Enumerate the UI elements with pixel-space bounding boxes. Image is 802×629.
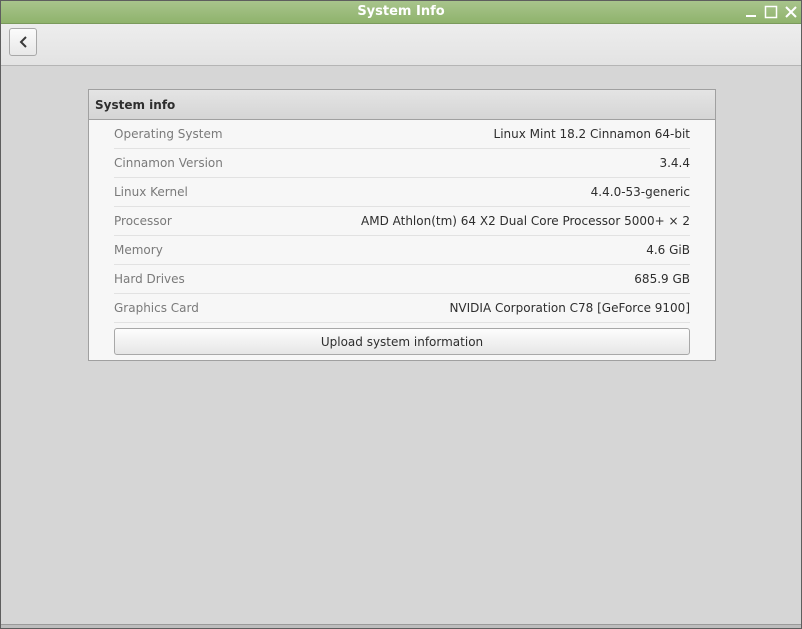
info-row-linux-kernel: Linux Kernel 4.4.0-53-generic [114, 178, 690, 207]
window-title: System Info [357, 4, 445, 19]
system-info-window: System Info System info Operating System… [0, 0, 802, 629]
info-row-processor: Processor AMD Athlon(tm) 64 X2 Dual Core… [114, 207, 690, 236]
title-bar[interactable]: System Info [1, 1, 801, 24]
info-row-graphics-card: Graphics Card NVIDIA Corporation C78 [Ge… [114, 294, 690, 323]
toolbar [1, 24, 801, 66]
row-label: Memory [114, 243, 163, 257]
maximize-button[interactable] [763, 4, 779, 20]
window-bottom-border [1, 624, 801, 628]
system-info-panel: System info Operating System Linux Mint … [88, 89, 716, 361]
row-label: Linux Kernel [114, 185, 188, 199]
close-icon [785, 6, 797, 18]
row-value: Linux Mint 18.2 Cinnamon 64-bit [493, 127, 690, 141]
row-label: Hard Drives [114, 272, 185, 286]
row-value: AMD Athlon(tm) 64 X2 Dual Core Processor… [361, 214, 690, 228]
info-row-hard-drives: Hard Drives 685.9 GB [114, 265, 690, 294]
row-label: Processor [114, 214, 172, 228]
minimize-icon [746, 15, 756, 17]
info-row-cinnamon-version: Cinnamon Version 3.4.4 [114, 149, 690, 178]
row-label: Operating System [114, 127, 223, 141]
panel-header: System info [89, 90, 715, 120]
chevron-left-icon [19, 36, 27, 48]
row-value: 685.9 GB [634, 272, 690, 286]
maximize-icon [764, 5, 778, 19]
row-value: 4.4.0-53-generic [590, 185, 690, 199]
back-button[interactable] [9, 28, 37, 56]
row-label: Graphics Card [114, 301, 199, 315]
info-row-operating-system: Operating System Linux Mint 18.2 Cinnamo… [114, 120, 690, 149]
row-value: 4.6 GiB [646, 243, 690, 257]
info-row-memory: Memory 4.6 GiB [114, 236, 690, 265]
minimize-button[interactable] [743, 4, 759, 20]
row-label: Cinnamon Version [114, 156, 223, 170]
row-value: NVIDIA Corporation C78 [GeForce 9100] [449, 301, 690, 315]
window-controls [743, 4, 799, 20]
row-value: 3.4.4 [659, 156, 690, 170]
close-button[interactable] [783, 4, 799, 20]
upload-system-information-button[interactable]: Upload system information [114, 328, 690, 355]
